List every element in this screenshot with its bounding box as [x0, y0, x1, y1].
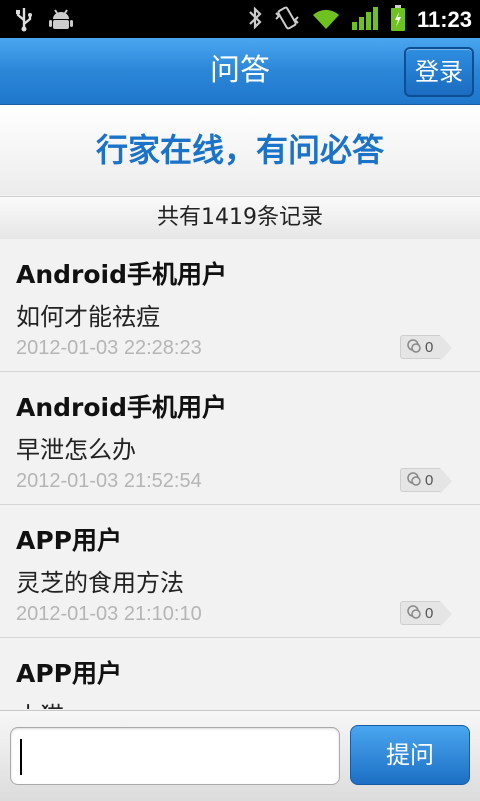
item-time: 2012-01-03 22:28:23 — [16, 337, 202, 359]
clock: 11:23 — [416, 7, 472, 32]
item-time: 2012-01-03 21:10:10 — [16, 603, 202, 625]
record-count: 共有1419条记录 — [157, 205, 323, 230]
item-author: Android手机用户 — [16, 260, 228, 289]
badge-tail — [440, 468, 452, 494]
record-count-bar: 共有1419条记录 — [0, 196, 480, 240]
bluetooth-icon — [247, 5, 263, 35]
badge-tail — [440, 601, 452, 627]
badge-tail — [440, 335, 452, 361]
comment-badge: 0 — [400, 335, 440, 359]
list-item[interactable]: APP用户 灵芝的食用方法 2012-01-03 21:10:10 0 — [0, 505, 480, 638]
signal-icon — [351, 5, 379, 35]
item-question: 如何才能祛痘 — [16, 303, 160, 331]
status-bar: 11:23 — [0, 0, 480, 38]
ask-button[interactable]: 提问 — [350, 725, 470, 785]
title-bar: 问答 登录 — [0, 38, 480, 105]
list-item[interactable]: APP用户 小猫 — [0, 638, 480, 709]
vibrate-icon — [273, 5, 301, 35]
battery-icon — [389, 4, 407, 36]
comment-icon — [407, 604, 421, 623]
item-question: 小猫 — [16, 696, 64, 709]
comment-badge: 0 — [400, 601, 440, 625]
item-time: 2012-01-03 21:52:54 — [16, 470, 202, 492]
list-item[interactable]: Android手机用户 如何才能祛痘 2012-01-03 22:28:23 0 — [0, 239, 480, 372]
android-debug-icon — [48, 7, 74, 35]
comment-badge: 0 — [400, 468, 440, 492]
item-author: APP用户 — [16, 526, 122, 555]
comment-icon — [407, 471, 421, 490]
login-button[interactable]: 登录 — [404, 47, 474, 97]
comment-count: 0 — [425, 471, 434, 489]
question-input[interactable] — [10, 727, 340, 785]
wifi-icon — [311, 5, 341, 35]
item-question: 灵芝的食用方法 — [16, 569, 184, 597]
question-list[interactable]: Android手机用户 如何才能祛痘 2012-01-03 22:28:23 0… — [0, 239, 480, 709]
comment-icon — [407, 338, 421, 357]
item-author: Android手机用户 — [16, 393, 228, 422]
list-item[interactable]: Android手机用户 早泄怎么办 2012-01-03 21:52:54 0 — [0, 372, 480, 505]
comment-count: 0 — [425, 604, 434, 622]
slogan-banner: 行家在线，有问必答 — [0, 105, 480, 195]
item-author: APP用户 — [16, 659, 122, 688]
slogan-text: 行家在线，有问必答 — [95, 131, 384, 169]
text-caret — [20, 739, 22, 775]
usb-icon — [14, 6, 34, 36]
item-question: 早泄怎么办 — [16, 436, 136, 464]
comment-count: 0 — [425, 338, 434, 356]
ask-bar: 提问 — [0, 710, 480, 801]
